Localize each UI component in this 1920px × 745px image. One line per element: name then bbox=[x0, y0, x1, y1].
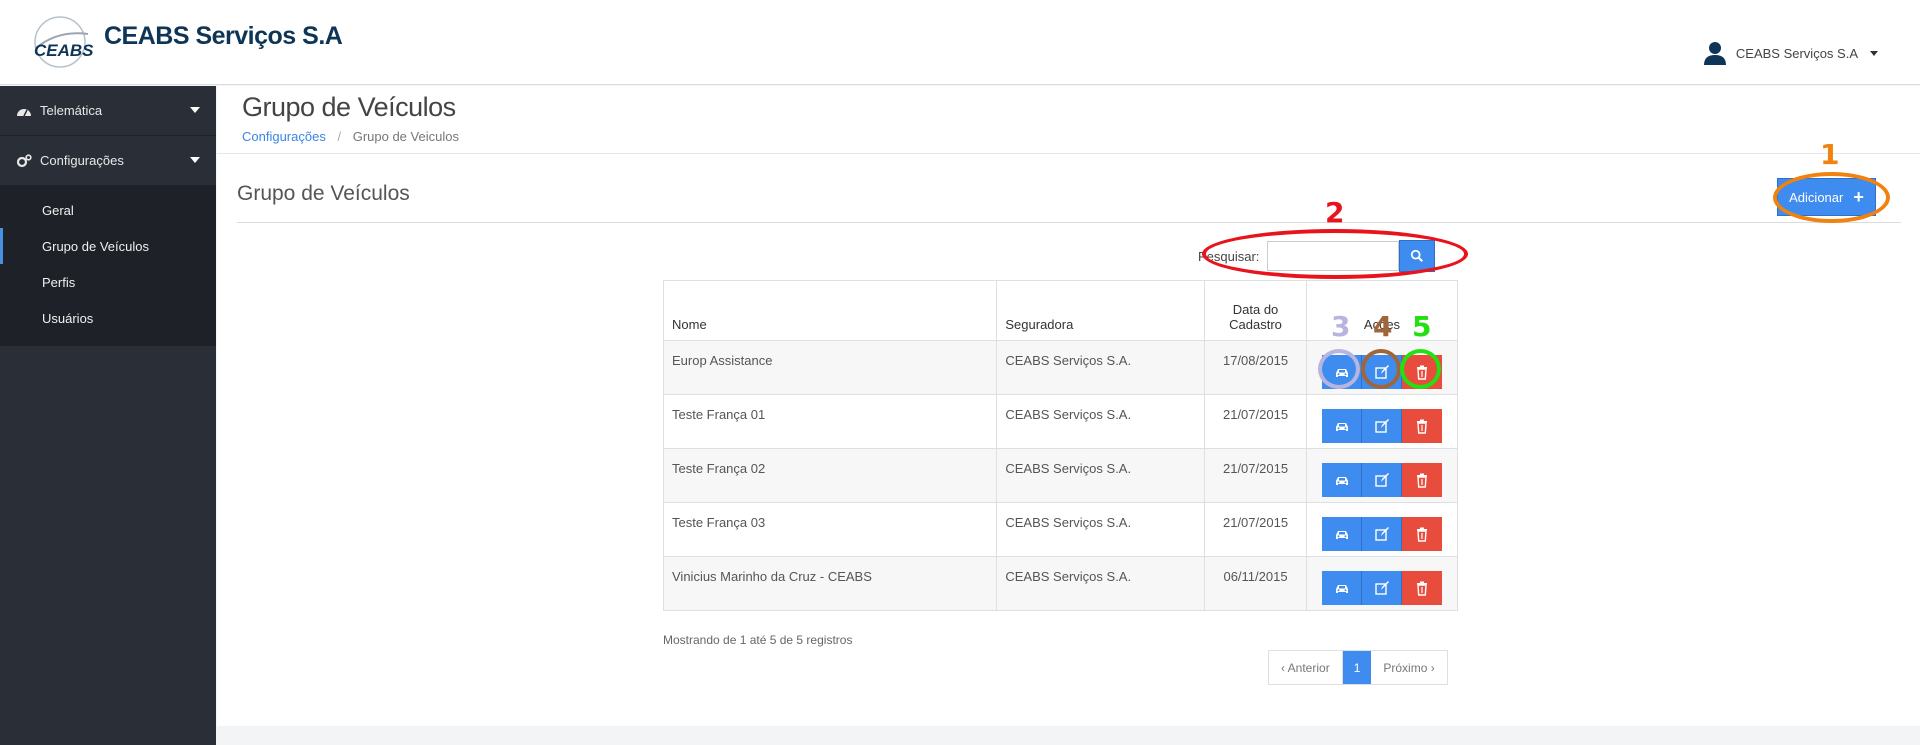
column-header-seguradora[interactable]: Seguradora bbox=[996, 280, 1206, 341]
cell-name: Europ Assistance bbox=[662, 340, 998, 395]
annotation-number-4: 4 bbox=[1373, 310, 1393, 343]
annotation-number-2: 2 bbox=[1325, 196, 1345, 229]
header-line: Data do bbox=[1232, 302, 1279, 317]
delete-button[interactable] bbox=[1402, 517, 1442, 551]
table-info: Mostrando de 1 até 5 de 5 registros bbox=[663, 633, 853, 647]
delete-button[interactable] bbox=[1402, 463, 1442, 497]
vehicles-button[interactable] bbox=[1322, 571, 1362, 605]
column-header-data-cadastro[interactable]: Data do Cadastro bbox=[1204, 280, 1307, 341]
edit-button[interactable] bbox=[1362, 463, 1402, 497]
cell-actions bbox=[1306, 394, 1458, 449]
cell-actions bbox=[1306, 448, 1458, 503]
vehicles-button[interactable] bbox=[1322, 409, 1362, 443]
cell-date: 06/11/2015 bbox=[1204, 556, 1307, 611]
page-title: Grupo de Veículos bbox=[242, 92, 456, 122]
cell-date: 21/07/2015 bbox=[1204, 394, 1307, 449]
breadcrumb-separator: / bbox=[337, 129, 342, 144]
edit-icon bbox=[1374, 473, 1389, 487]
annotation-ellipse-3 bbox=[1318, 349, 1360, 389]
edit-button[interactable] bbox=[1362, 409, 1402, 443]
edit-button[interactable] bbox=[1362, 571, 1402, 605]
cell-insurer: CEABS Serviços S.A. bbox=[996, 394, 1206, 449]
cell-insurer: CEABS Serviços S.A. bbox=[996, 556, 1206, 611]
pagination: ‹ Anterior 1 Próximo › bbox=[1268, 650, 1448, 685]
car-icon bbox=[1335, 531, 1348, 539]
edit-icon bbox=[1374, 527, 1389, 541]
dashboard-icon bbox=[17, 108, 31, 116]
cell-date: 21/07/2015 bbox=[1204, 448, 1307, 503]
edit-button[interactable] bbox=[1362, 517, 1402, 551]
sidebar-item-usuarios[interactable]: Usuários bbox=[0, 300, 216, 336]
caret-down-icon bbox=[190, 157, 200, 163]
breadcrumb: Configurações / Grupo de Veiculos bbox=[242, 129, 1920, 144]
cell-actions bbox=[1306, 502, 1458, 557]
top-header: CEABS CEABS Serviços S.A CEABS Serviços … bbox=[0, 0, 1920, 85]
sidebar-item-telematica[interactable]: Telemática bbox=[0, 86, 216, 136]
breadcrumb-link-configuracoes[interactable]: Configurações bbox=[242, 129, 326, 144]
user-menu[interactable]: CEABS Serviços S.A bbox=[1702, 40, 1878, 66]
ceabs-logo[interactable]: CEABS bbox=[28, 14, 98, 72]
trash-icon bbox=[1417, 473, 1427, 488]
trash-icon bbox=[1417, 581, 1427, 596]
cell-insurer: CEABS Serviços S.A. bbox=[996, 448, 1206, 503]
column-header-nome[interactable]: Nome bbox=[662, 280, 998, 341]
svg-text:CEABS: CEABS bbox=[34, 41, 94, 60]
cell-name: Teste França 03 bbox=[662, 502, 998, 557]
caret-down-icon bbox=[190, 107, 200, 113]
annotation-ellipse-4 bbox=[1361, 349, 1401, 389]
main-content: Grupo de Veículos Configurações / Grupo … bbox=[217, 86, 1920, 726]
cell-date: 17/08/2015 bbox=[1204, 340, 1307, 395]
table-row: Teste França 03 CEABS Serviços S.A. 21/0… bbox=[662, 502, 1458, 557]
configuracoes-submenu: Geral Grupo de Veículos Perfis Usuários bbox=[0, 186, 216, 346]
cell-name: Teste França 01 bbox=[662, 394, 998, 449]
sidebar-item-label: Configurações bbox=[40, 153, 124, 168]
pagination-page-1[interactable]: 1 bbox=[1342, 651, 1372, 684]
trash-icon bbox=[1417, 419, 1427, 434]
sidebar-item-configuracoes[interactable]: Configurações bbox=[0, 136, 216, 186]
cell-insurer: CEABS Serviços S.A. bbox=[996, 502, 1206, 557]
cell-name: Teste França 02 bbox=[662, 448, 998, 503]
annotation-ellipse-1 bbox=[1773, 172, 1890, 223]
header-line: Cadastro bbox=[1229, 317, 1282, 332]
cogs-icon bbox=[16, 153, 32, 167]
annotation-ellipse-2 bbox=[1202, 229, 1468, 279]
sidebar-item-perfis[interactable]: Perfis bbox=[0, 264, 216, 300]
car-icon bbox=[1335, 423, 1348, 431]
chevron-down-icon bbox=[1870, 50, 1878, 56]
divider bbox=[237, 222, 1901, 223]
vehicles-button[interactable] bbox=[1322, 517, 1362, 551]
vehicles-button[interactable] bbox=[1322, 463, 1362, 497]
panel-title: Grupo de Veículos bbox=[237, 182, 410, 205]
cell-date: 21/07/2015 bbox=[1204, 502, 1307, 557]
edit-icon bbox=[1374, 419, 1389, 433]
sidebar-item-geral[interactable]: Geral bbox=[0, 192, 216, 228]
delete-button[interactable] bbox=[1402, 409, 1442, 443]
pagination-next[interactable]: Próximo › bbox=[1371, 651, 1447, 684]
trash-icon bbox=[1417, 527, 1427, 542]
breadcrumb-current: Grupo de Veiculos bbox=[352, 129, 459, 144]
sidebar-item-grupo-de-veiculos[interactable]: Grupo de Veículos bbox=[0, 228, 216, 264]
cell-insurer: CEABS Serviços S.A. bbox=[996, 340, 1206, 395]
car-icon bbox=[1335, 585, 1348, 593]
delete-button[interactable] bbox=[1402, 571, 1442, 605]
sidebar-item-label: Telemática bbox=[40, 103, 103, 118]
page-header: Grupo de Veículos Configurações / Grupo … bbox=[217, 86, 1920, 154]
car-icon bbox=[1335, 477, 1348, 485]
edit-icon bbox=[1374, 581, 1389, 595]
annotation-number-5: 5 bbox=[1412, 310, 1432, 343]
cell-actions bbox=[1306, 556, 1458, 611]
annotation-number-3: 3 bbox=[1331, 310, 1351, 343]
user-icon bbox=[1703, 42, 1726, 65]
annotation-ellipse-5 bbox=[1400, 349, 1441, 389]
user-name: CEABS Serviços S.A bbox=[1735, 45, 1858, 61]
annotation-number-1: 1 bbox=[1820, 138, 1840, 171]
table-row: Teste França 02 CEABS Serviços S.A. 21/0… bbox=[662, 448, 1458, 503]
cell-name: Vinicius Marinho da Cruz - CEABS bbox=[662, 556, 998, 611]
sidebar: Telemática Configurações Geral Grupo de … bbox=[0, 86, 216, 745]
brand-name: CEABS Serviços S.A bbox=[104, 22, 343, 50]
table-row: Teste França 01 CEABS Serviços S.A. 21/0… bbox=[662, 394, 1458, 449]
pagination-previous[interactable]: ‹ Anterior bbox=[1269, 651, 1343, 684]
table-row: Vinicius Marinho da Cruz - CEABS CEABS S… bbox=[662, 556, 1458, 611]
